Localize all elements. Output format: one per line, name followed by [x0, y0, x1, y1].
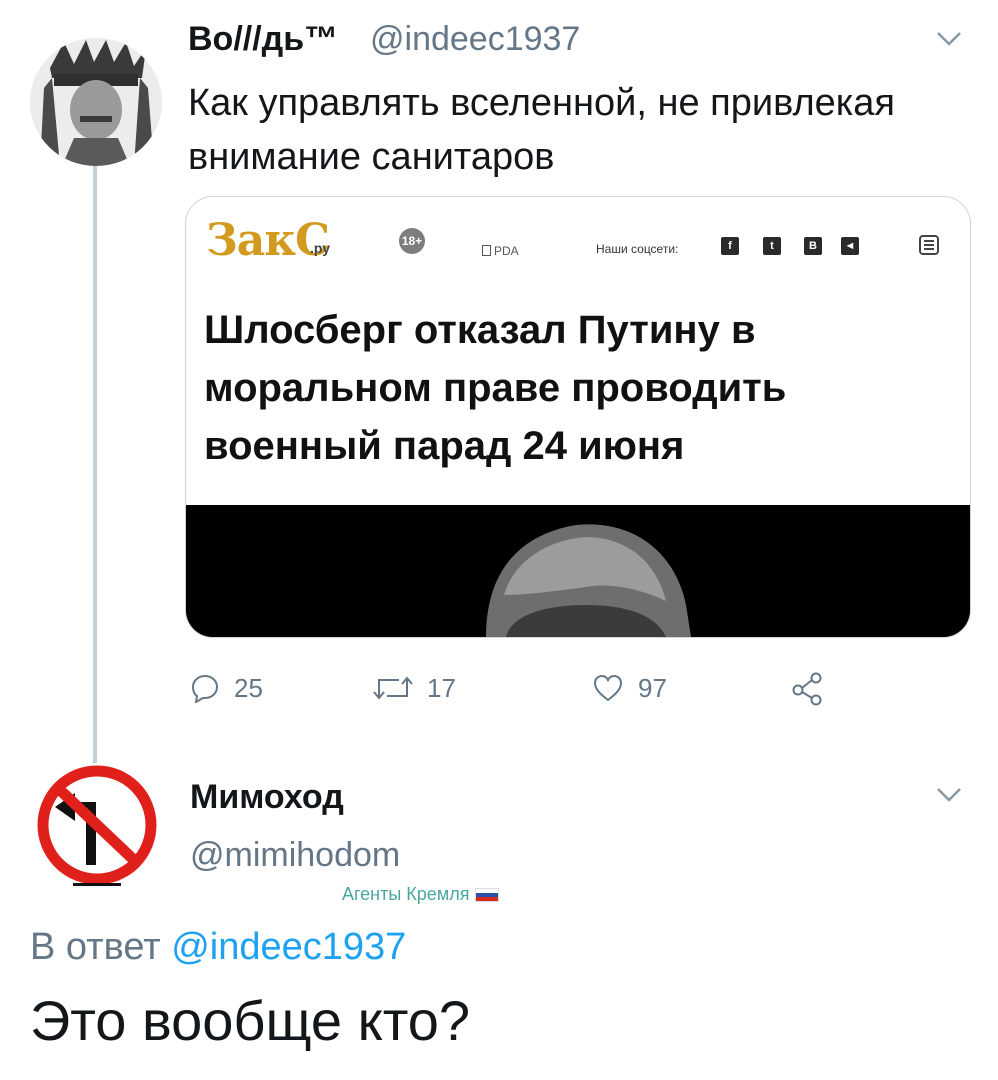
- reply-text: Это вообще кто?: [30, 989, 471, 1052]
- retweet-count: 17: [427, 672, 456, 703]
- rda-label-text: РDA: [494, 244, 519, 258]
- in-reply-to: В ответ @indeec1937: [30, 926, 406, 969]
- tweet-text: Как управлять вселенной, не привлекая вн…: [188, 82, 895, 178]
- retweet-button[interactable]: 17: [373, 668, 456, 708]
- in-reply-prefix: В ответ: [30, 926, 161, 968]
- like-button[interactable]: 97: [592, 668, 667, 708]
- in-reply-handle-link[interactable]: @indeec1937: [171, 926, 406, 968]
- profile-badge: Агенты Кремля: [342, 884, 500, 905]
- author-name[interactable]: Во///дь™: [188, 20, 338, 59]
- card-headline: Шлосберг отказал Путину в моральном прав…: [204, 308, 787, 468]
- reply-author-avatar[interactable]: [33, 763, 161, 891]
- chevron-down-icon[interactable]: [936, 786, 962, 804]
- heart-icon: [593, 674, 623, 702]
- twitter-icon: t: [763, 237, 781, 255]
- facebook-icon: f: [721, 237, 739, 255]
- author-handle[interactable]: @indeec1937: [370, 20, 580, 59]
- reply-author-handle[interactable]: @mimihodom: [190, 836, 400, 875]
- thread-connector-line: [93, 160, 97, 768]
- russian-flag-icon: [475, 887, 500, 902]
- author-avatar[interactable]: [30, 38, 162, 166]
- reply-author-name[interactable]: Мимоход: [190, 778, 344, 817]
- document-icon: [482, 245, 491, 256]
- reply-button[interactable]: 25: [190, 668, 263, 708]
- card-site-header: ЗакС .ру 18+ РDA Наши соцсети: f t В ◄: [186, 197, 970, 287]
- comment-icon: [191, 674, 219, 703]
- chevron-down-icon[interactable]: [936, 30, 962, 48]
- site-logo-suffix: .ру: [310, 240, 331, 256]
- age-rating-badge: 18+: [399, 228, 425, 254]
- retweet-icon: [373, 676, 413, 700]
- share-icon: [792, 672, 822, 706]
- profile-badge-text: Агенты Кремля: [342, 884, 470, 904]
- social-label: Наши соцсети:: [596, 242, 679, 256]
- telegram-icon: ◄: [841, 237, 859, 255]
- like-count: 97: [638, 672, 667, 703]
- menu-icon: [919, 235, 939, 255]
- share-button[interactable]: [790, 668, 826, 708]
- rda-label: РDA: [482, 244, 519, 258]
- link-card[interactable]: ЗакС .ру 18+ РDA Наши соцсети: f t В ◄ Ш…: [185, 196, 971, 638]
- vk-icon: В: [804, 237, 822, 255]
- card-image: [186, 505, 970, 637]
- reply-count: 25: [234, 672, 263, 703]
